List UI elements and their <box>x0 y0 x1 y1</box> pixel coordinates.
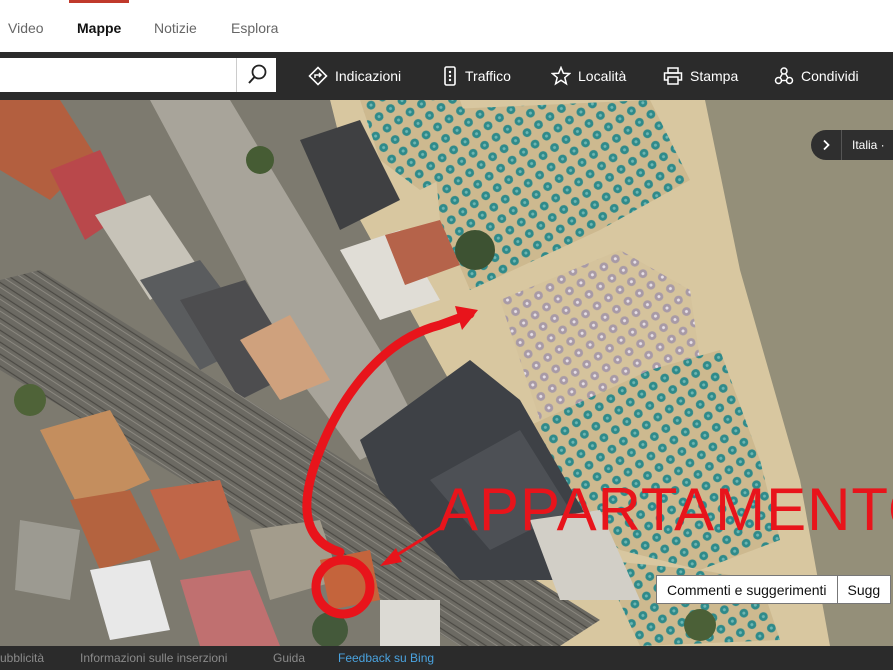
footer-link-feedback[interactable]: Feedback su Bing <box>338 651 434 665</box>
star-icon <box>551 66 571 86</box>
share-icon <box>774 67 794 85</box>
region-selector[interactable]: Italia · <box>811 130 893 160</box>
places-button[interactable]: Località <box>551 52 626 100</box>
footer: ubblicità Informazioni sulle inserzioni … <box>0 646 893 670</box>
map-toolbar: Indicazioni Traffico Località Stampa Con… <box>0 52 893 100</box>
share-button[interactable]: Condividi <box>774 52 859 100</box>
search-input[interactable] <box>0 58 236 92</box>
printer-icon <box>663 67 683 85</box>
places-label: Località <box>578 68 627 84</box>
tab-mappe[interactable]: Mappe <box>68 0 130 36</box>
tab-video[interactable]: Video <box>8 20 44 36</box>
suggest-button[interactable]: Sugg <box>837 575 892 604</box>
directions-label: Indicazioni <box>335 68 402 84</box>
print-label: Stampa <box>690 68 739 84</box>
print-button[interactable]: Stampa <box>663 52 738 100</box>
search-button[interactable] <box>236 58 276 92</box>
traffic-icon <box>444 66 456 86</box>
feedback-bar: Commenti e suggerimenti Sugg <box>656 575 892 604</box>
satellite-map[interactable]: APPARTAMENTO Italia · Commenti e suggeri… <box>0 100 893 646</box>
tab-notizie[interactable]: Notizie <box>154 20 197 36</box>
region-label: Italia · <box>852 138 885 152</box>
tab-esplora[interactable]: Esplora <box>231 20 278 36</box>
comments-suggestions-button[interactable]: Commenti e suggerimenti <box>656 575 838 604</box>
aerial-imagery <box>0 100 893 646</box>
top-navigation: Video Mappe Notizie Esplora <box>0 0 893 52</box>
annotation-text: APPARTAMENTO <box>438 476 893 543</box>
footer-link-ad-info[interactable]: Informazioni sulle inserzioni <box>80 651 227 665</box>
footer-link-advertising[interactable]: ubblicità <box>0 651 44 665</box>
share-label: Condividi <box>801 68 859 84</box>
search-icon <box>248 64 267 84</box>
directions-icon <box>308 66 328 86</box>
directions-button[interactable]: Indicazioni <box>308 52 401 100</box>
traffic-button[interactable]: Traffico <box>442 52 511 100</box>
chevron-right-icon[interactable] <box>811 130 842 160</box>
footer-link-help[interactable]: Guida <box>273 651 305 665</box>
traffic-label: Traffico <box>465 68 511 84</box>
